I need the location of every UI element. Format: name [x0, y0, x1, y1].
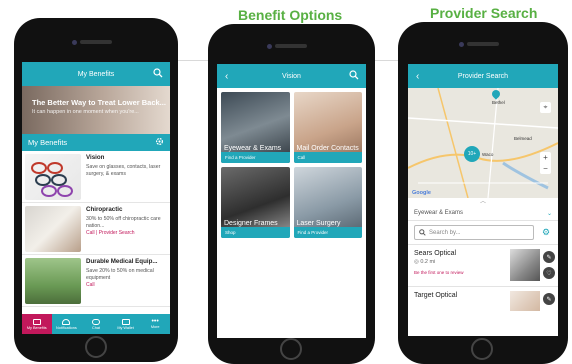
- benefit-desc: 30% to 50% off chiropractic care nation.…: [86, 216, 161, 230]
- tab-chat[interactable]: Chat: [81, 314, 111, 334]
- chevron-down-icon: ⌄: [546, 210, 552, 217]
- tab-label: Notifications: [56, 325, 77, 330]
- card-action[interactable]: Shop: [221, 227, 290, 238]
- edit-icon[interactable]: ✎: [543, 251, 555, 263]
- vision-options-grid: Eyewear & Exams Find a Provider Mail Ord…: [217, 88, 366, 242]
- bell-icon: [62, 318, 71, 325]
- town-label: Waco: [482, 152, 494, 157]
- card-mail-order-contacts[interactable]: Mail Order Contacts Call: [293, 92, 362, 163]
- phone-my-benefits: My Benefits The Better Way to Treat Lowe…: [14, 18, 178, 362]
- section-header: My Benefits: [22, 134, 170, 151]
- benefit-item-chiropractic[interactable]: Chiropractic 30% to 50% off chiropractic…: [22, 203, 170, 255]
- tab-label: Chat: [91, 325, 100, 330]
- search-icon[interactable]: [349, 70, 359, 82]
- provider-image: [510, 249, 540, 281]
- search-placeholder: Search by...: [429, 229, 461, 236]
- provider-item-sears[interactable]: Sears Optical ◎ 0.2 mi Be the first one …: [408, 244, 558, 286]
- card-designer-frames[interactable]: Designer Frames Shop: [221, 167, 290, 238]
- benefit-links[interactable]: Call: [86, 282, 167, 289]
- screen-provider-search: ‹ Provider Search Bethel Belmead Waco 10…: [408, 64, 558, 336]
- back-arrow-icon[interactable]: ‹: [225, 71, 228, 82]
- tab-more[interactable]: ••• More: [140, 314, 170, 334]
- gear-icon[interactable]: [155, 137, 164, 148]
- card-label: Laser Surgery: [296, 220, 341, 227]
- provider-distance: 0.2 mi: [420, 259, 436, 265]
- screen-title: My Benefits: [77, 70, 115, 78]
- benefit-links[interactable]: Call | Provider Search: [86, 230, 167, 237]
- benefit-desc: Save 20% to 50% on medical equipment: [86, 268, 154, 282]
- benefit-item-vision[interactable]: Vision Save on glasses, contacts, laser …: [22, 151, 170, 203]
- zoom-in-button[interactable]: +: [540, 152, 551, 163]
- back-arrow-icon[interactable]: ‹: [416, 71, 419, 82]
- bottom-tab-bar: My Benefits Notifications Chat My Wallet…: [22, 314, 170, 334]
- chevron-up-icon[interactable]: ︿: [408, 198, 558, 206]
- screen-title: Vision: [282, 72, 301, 80]
- benefit-desc: Save on glasses, contacts, laser surgery…: [86, 164, 161, 178]
- provider-map[interactable]: Bethel Belmead Waco 10+ ⌖ + − Google: [408, 88, 558, 198]
- town-label: Belmead: [514, 136, 532, 141]
- glasses-image: [25, 154, 81, 200]
- home-button[interactable]: [280, 338, 302, 360]
- card-eyewear-exams[interactable]: Eyewear & Exams Find a Provider: [221, 92, 290, 163]
- tab-label: More: [150, 325, 160, 329]
- benefit-item-medical-equipment[interactable]: Durable Medical Equip... Save 20% to 50%…: [22, 255, 170, 307]
- category-filter[interactable]: Eyewear & Exams ⌄: [408, 206, 558, 221]
- provider-item-target[interactable]: Target Optical ✎: [408, 286, 558, 328]
- top-bar: My Benefits: [22, 62, 170, 86]
- heading-benefit-options: Benefit Options: [238, 7, 343, 23]
- tab-my-wallet[interactable]: My Wallet: [111, 314, 141, 334]
- app-showcase: Benefit Options Provider Search My Benef…: [0, 0, 572, 364]
- benefit-title: Vision: [86, 154, 105, 161]
- card-label: Mail Order Contacts: [296, 145, 359, 152]
- section-title: My Benefits: [28, 138, 68, 147]
- town-label: Bethel: [492, 100, 505, 105]
- filter-value: Eyewear & Exams: [414, 210, 464, 216]
- cluster-marker[interactable]: 10+: [464, 146, 480, 162]
- zoom-control: + −: [540, 152, 551, 174]
- search-icon: [419, 229, 426, 236]
- featured-article-banner[interactable]: The Better Way to Treat Lower Back... It…: [22, 86, 170, 134]
- card-label: Designer Frames: [224, 220, 278, 227]
- tab-label: My Benefits: [26, 325, 47, 330]
- benefit-title: Durable Medical Equip...: [86, 258, 158, 265]
- home-button[interactable]: [471, 338, 493, 360]
- filter-sliders-icon[interactable]: ⚙: [540, 227, 552, 238]
- home-button[interactable]: [85, 336, 107, 358]
- phone-provider-search: ‹ Provider Search Bethel Belmead Waco 10…: [398, 22, 568, 364]
- card-label: Eyewear & Exams: [224, 145, 282, 152]
- provider-image: [510, 291, 540, 311]
- tab-my-benefits[interactable]: My Benefits: [22, 314, 52, 334]
- medical-equipment-image: [25, 258, 81, 304]
- wallet-icon: [121, 318, 130, 325]
- screen-title: Provider Search: [457, 72, 509, 80]
- heart-icon[interactable]: ♡: [543, 267, 555, 279]
- search-icon[interactable]: [153, 68, 163, 80]
- screen-my-benefits: My Benefits The Better Way to Treat Lowe…: [22, 62, 170, 334]
- card-action[interactable]: Find a Provider: [221, 152, 290, 163]
- banner-subtitle: It can happen in one moment when you're.…: [32, 109, 139, 115]
- locate-icon[interactable]: ⌖: [540, 102, 551, 113]
- heading-provider-search: Provider Search: [430, 5, 538, 21]
- top-bar: ‹ Provider Search: [408, 64, 558, 88]
- edit-icon[interactable]: ✎: [543, 293, 555, 305]
- tab-notifications[interactable]: Notifications: [52, 314, 82, 334]
- chiropractic-image: [25, 206, 81, 252]
- card-action[interactable]: Call: [293, 152, 362, 163]
- card-laser-surgery[interactable]: Laser Surgery Find a Provider: [293, 167, 362, 238]
- zoom-out-button[interactable]: −: [540, 163, 551, 174]
- screen-vision: ‹ Vision Eyewear & Exams Find a Provider…: [217, 64, 366, 338]
- phone-benefit-options: ‹ Vision Eyewear & Exams Find a Provider…: [208, 24, 375, 364]
- search-input[interactable]: Search by...: [414, 225, 534, 240]
- top-bar: ‹ Vision: [217, 64, 366, 88]
- banner-title: The Better Way to Treat Lower Back...: [32, 98, 166, 107]
- map-attribution: Google: [412, 190, 431, 196]
- card-action[interactable]: Find a Provider: [293, 227, 362, 238]
- chat-icon: [91, 318, 100, 325]
- benefit-title: Chiropractic: [86, 206, 123, 213]
- tab-label: My Wallet: [117, 325, 134, 330]
- home-icon: [32, 318, 41, 325]
